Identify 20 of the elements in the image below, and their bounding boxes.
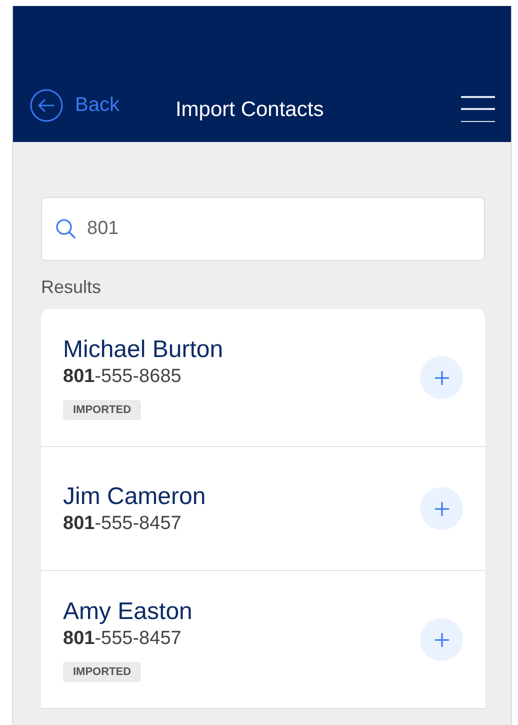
add-button[interactable]	[420, 487, 463, 530]
contact-phone: 801-555-8457	[63, 628, 182, 650]
contact-phone: 801-555-8685	[63, 366, 182, 388]
back-button[interactable]: Back	[30, 89, 120, 122]
search-field[interactable]: 801	[41, 197, 485, 261]
plus-icon	[434, 632, 450, 648]
contact-name: Amy Easton	[63, 598, 192, 626]
add-button[interactable]	[420, 356, 463, 399]
imported-tag: IMPORTED	[63, 400, 142, 420]
page-title: Import Contacts	[175, 98, 325, 122]
results-label: Results	[41, 277, 102, 298]
contact-name: Jim Cameron	[63, 482, 206, 510]
plus-icon	[434, 500, 450, 516]
menu-button[interactable]	[461, 96, 495, 122]
contact-name: Michael Burton	[63, 336, 224, 364]
plus-icon	[434, 370, 450, 386]
imported-tag: IMPORTED	[63, 662, 142, 682]
contact-phone: 801-555-8457	[63, 512, 182, 534]
add-button[interactable]	[420, 618, 463, 661]
search-icon	[55, 218, 77, 240]
